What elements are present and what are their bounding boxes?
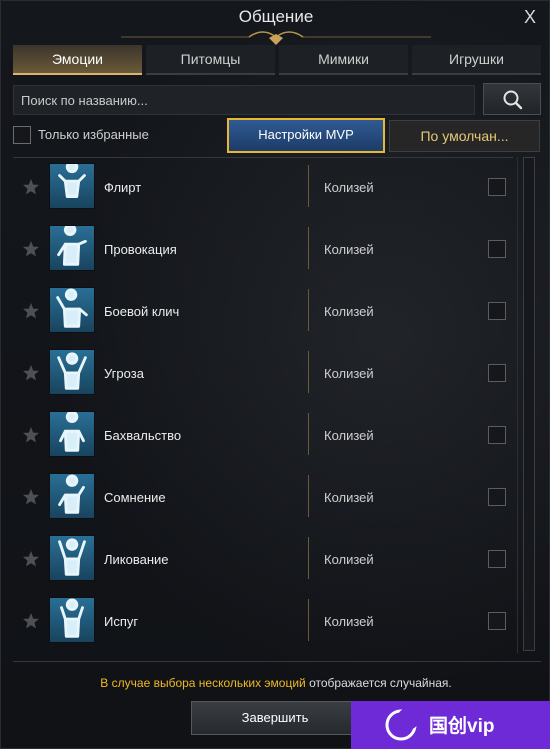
favorite-star-icon[interactable]	[22, 488, 40, 506]
emote-location: Колизей	[324, 180, 374, 195]
tab-emotions[interactable]: Эмоции	[13, 45, 142, 75]
emote-row[interactable]: Бахвальство Колизей	[13, 406, 513, 468]
battle-cry-emote-icon	[49, 287, 95, 333]
title-ornament-icon	[121, 31, 431, 45]
emote-row[interactable]: Боевой клич Колизей	[13, 282, 513, 344]
favorite-star-icon[interactable]	[22, 550, 40, 568]
emote-figure-icon	[58, 474, 85, 514]
threat-emote-icon	[49, 349, 95, 395]
provocation-emote-icon	[49, 223, 95, 271]
emote-row[interactable]: Сомнение Колизей	[13, 468, 513, 530]
emote-location: Колизей	[324, 552, 374, 567]
random-emote-note: В случае выбора нескольких эмоций отобра…	[1, 676, 550, 690]
social-window: Общение X Эмоции Питомцы Мимики Игрушки …	[0, 0, 550, 749]
favorite-star-icon[interactable]	[22, 364, 40, 382]
favorite-star-icon[interactable]	[22, 240, 40, 258]
emote-figure-icon	[57, 223, 87, 266]
emote-row[interactable]: Провокация Колизей	[13, 220, 513, 282]
emote-select-checkbox[interactable]	[488, 178, 506, 196]
emote-row[interactable]: Флирт Колизей	[13, 158, 513, 220]
favorites-only-label: Только избранные	[38, 127, 149, 142]
emote-location: Колизей	[324, 490, 374, 505]
emote-location: Колизей	[324, 614, 374, 629]
emote-figure-icon	[57, 352, 87, 390]
column-divider	[308, 165, 309, 207]
emote-name: Сомнение	[104, 490, 166, 505]
note-text: отображается случайная.	[305, 676, 452, 690]
emote-select-checkbox[interactable]	[488, 426, 506, 444]
favorite-star-icon[interactable]	[22, 426, 40, 444]
emote-select-checkbox[interactable]	[488, 550, 506, 568]
note-highlight: В случае выбора нескольких эмоций	[100, 676, 306, 690]
emote-figure-icon	[60, 598, 84, 638]
emote-select-checkbox[interactable]	[488, 364, 506, 382]
category-tabs: Эмоции Питомцы Мимики Игрушки	[13, 45, 541, 75]
emote-location: Колизей	[324, 304, 374, 319]
emote-name: Ликование	[104, 552, 169, 567]
column-divider	[308, 351, 309, 393]
emote-figure-icon	[58, 160, 86, 198]
watermark: 国创vip	[351, 701, 550, 749]
default-button[interactable]: По умолчан...	[389, 120, 540, 152]
emote-figure-icon	[58, 538, 86, 576]
emote-name: Бахвальство	[104, 428, 182, 443]
emote-name: Боевой клич	[104, 304, 180, 319]
fright-emote-icon	[49, 597, 95, 643]
column-divider	[308, 227, 309, 269]
scroll-thumb[interactable]	[523, 157, 535, 651]
search-icon	[503, 90, 523, 110]
emote-figure-icon	[59, 410, 85, 452]
emote-select-checkbox[interactable]	[488, 612, 506, 630]
emote-location: Колизей	[324, 366, 374, 381]
window-title: Общение	[238, 7, 314, 26]
finish-button[interactable]: Завершить	[191, 701, 359, 735]
favorites-only-checkbox[interactable]	[13, 126, 31, 144]
emote-location: Колизей	[324, 242, 374, 257]
tab-toys[interactable]: Игрушки	[412, 45, 541, 75]
crescent-logo-icon	[385, 708, 419, 741]
mvp-settings-button[interactable]: Настройки MVP	[227, 118, 385, 153]
emote-name: Угроза	[104, 366, 144, 381]
column-divider	[308, 413, 309, 455]
emote-location: Колизей	[324, 428, 374, 443]
footer-divider	[13, 661, 541, 662]
flirt-emote-icon	[49, 160, 95, 209]
emote-select-checkbox[interactable]	[488, 240, 506, 258]
emote-select-checkbox[interactable]	[488, 302, 506, 320]
emote-name: Провокация	[104, 242, 177, 257]
emote-name: Испуг	[104, 614, 139, 629]
column-divider	[308, 537, 309, 579]
jubilation-emote-icon	[49, 535, 95, 581]
column-divider	[308, 475, 309, 517]
watermark-text: 国创vip	[429, 716, 495, 737]
favorite-star-icon[interactable]	[22, 612, 40, 630]
emote-figure-icon	[56, 288, 88, 328]
emote-row[interactable]: Испуг Колизей	[13, 592, 513, 654]
emote-name: Флирт	[104, 180, 142, 195]
doubt-emote-icon	[49, 473, 95, 519]
favorite-star-icon[interactable]	[22, 302, 40, 320]
emote-select-checkbox[interactable]	[488, 488, 506, 506]
emote-row[interactable]: Угроза Колизей	[13, 344, 513, 406]
emote-row[interactable]: Ликование Колизей	[13, 530, 513, 592]
column-divider	[308, 599, 309, 641]
search-button[interactable]	[483, 83, 541, 115]
tab-mimics[interactable]: Мимики	[279, 45, 408, 75]
search-input[interactable]	[13, 85, 475, 115]
tab-pets[interactable]: Питомцы	[146, 45, 275, 75]
boast-emote-icon	[49, 410, 95, 457]
column-divider	[308, 289, 309, 331]
emote-list-scrollbar[interactable]	[517, 157, 541, 653]
favorite-star-icon[interactable]	[22, 178, 40, 196]
